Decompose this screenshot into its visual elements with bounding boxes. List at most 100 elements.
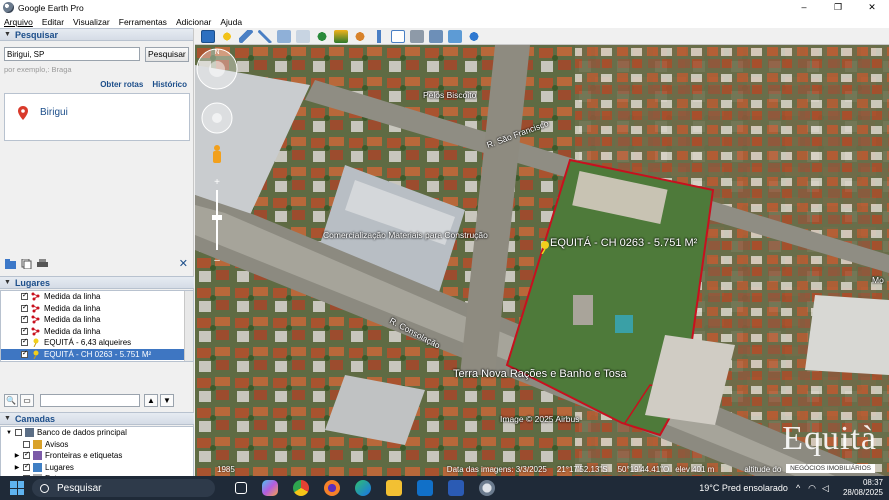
add-placemark-icon[interactable] — [220, 29, 234, 43]
places-panel-header[interactable]: ▼ Lugares — [0, 276, 194, 289]
pushpin-icon[interactable] — [539, 240, 551, 254]
close-button[interactable]: ✕ — [855, 0, 889, 15]
history-link[interactable]: Histórico — [152, 80, 187, 89]
menu-editar[interactable]: Editar — [42, 17, 64, 27]
places-scrollbar[interactable] — [184, 291, 193, 361]
places-item[interactable]: EQUITÁ - CH 0263 - 5.751 M² — [1, 348, 193, 360]
task-view-icon[interactable] — [235, 482, 247, 494]
compass-icon: N — [196, 48, 238, 90]
move-up-button[interactable]: ▲ — [144, 394, 158, 407]
planets-icon[interactable] — [353, 29, 367, 43]
checkbox[interactable] — [21, 337, 28, 347]
search-panel-header[interactable]: ▼ Pesquisar — [0, 28, 193, 41]
checkbox[interactable] — [21, 314, 28, 324]
map-label-poi[interactable]: Terra Nova Rações e Banho e Tosa — [453, 368, 626, 380]
menu-visualizar[interactable]: Visualizar — [73, 17, 110, 27]
image-overlay-icon[interactable] — [277, 29, 291, 43]
places-item[interactable]: Medida da linha — [1, 291, 193, 303]
street-view-pegman-icon — [213, 145, 221, 163]
sidebar: ▼ Pesquisar Pesquisar por exemplo,: Brag… — [0, 28, 194, 500]
edge-icon[interactable] — [355, 480, 371, 496]
checkbox[interactable] — [21, 291, 28, 301]
windows-start-icon[interactable] — [10, 481, 24, 495]
record-tour-icon[interactable] — [296, 29, 310, 43]
search-places-button[interactable]: 🔍 — [4, 394, 18, 407]
word-icon[interactable] — [448, 480, 464, 496]
layer-icon — [25, 428, 34, 438]
move-down-button[interactable]: ▼ — [160, 394, 174, 407]
search-button[interactable]: Pesquisar — [144, 47, 189, 62]
checkbox[interactable] — [23, 462, 30, 471]
places-item[interactable]: Medida da linha — [1, 314, 193, 326]
checkbox[interactable] — [23, 440, 30, 448]
search-result[interactable]: Birigui — [4, 93, 190, 141]
weather-widget[interactable]: 19°C Pred ensolarado — [699, 483, 788, 493]
expand-icon[interactable]: ▶ — [13, 452, 21, 459]
copilot-icon[interactable] — [262, 480, 278, 496]
taskbar-search[interactable]: Pesquisar — [32, 479, 215, 497]
layer-item[interactable]: ▶ Lugares — [1, 462, 193, 474]
places-list: Medida da linhaMedida da linhaMedida da … — [0, 290, 194, 362]
get-directions-link[interactable]: Obter rotas — [100, 80, 143, 89]
earth-icon[interactable] — [467, 29, 481, 43]
speaker-icon[interactable]: ◁ — [822, 483, 829, 494]
pushpin-icon — [33, 338, 39, 348]
layers-panel-header[interactable]: ▼ Camadas — [0, 412, 194, 425]
map-label-poi[interactable]: Comercialização Materiais para Construçã… — [323, 230, 488, 240]
menu-adicionar[interactable]: Adicionar — [176, 17, 211, 27]
clock-time: 08:37 — [862, 478, 883, 487]
places-item[interactable]: Medida da linha — [1, 303, 193, 315]
checkbox[interactable] — [21, 303, 28, 312]
minimize-button[interactable]: – — [787, 0, 821, 15]
places-filter-input[interactable] — [40, 394, 140, 407]
map-label-poi[interactable]: Pelos Biscoito — [423, 90, 476, 100]
add-path-icon[interactable] — [258, 29, 272, 43]
places-search-bar: 🔍 ▭ ▲ ▼ — [0, 392, 194, 409]
expand-icon[interactable]: ▶ — [13, 464, 21, 471]
maximize-button[interactable]: ❐ — [821, 0, 855, 15]
split-view-button[interactable]: ▭ — [20, 394, 34, 407]
chrome-icon[interactable] — [293, 480, 309, 496]
firefox-icon[interactable] — [324, 480, 340, 496]
menu-arquivo[interactable]: Arquivo — [4, 17, 33, 27]
placemark-label[interactable]: EQUITÁ - CH 0263 - 5.751 M² — [550, 237, 697, 249]
places-item[interactable]: Medida da linha — [1, 326, 193, 338]
google-earth-taskbar-icon[interactable] — [479, 480, 495, 496]
ruler-icon[interactable] — [372, 29, 386, 43]
close-panel-icon[interactable]: ✕ — [179, 257, 188, 270]
copy-icon[interactable] — [21, 259, 32, 269]
chevron-up-icon[interactable]: ^ — [796, 483, 800, 493]
search-input[interactable] — [4, 47, 140, 61]
save-image-icon[interactable] — [429, 29, 443, 43]
file-explorer-icon[interactable] — [386, 480, 402, 496]
layer-item[interactable]: Avisos — [1, 439, 193, 451]
clock[interactable]: 08:37 28/08/2025 — [843, 478, 883, 498]
email-icon[interactable] — [391, 29, 405, 43]
clock-date: 28/08/2025 — [842, 488, 883, 497]
layer-item[interactable]: ▶ Fronteiras e etiquetas — [1, 450, 193, 462]
checkbox[interactable] — [21, 326, 28, 335]
map-view[interactable]: Pelos Biscoito R. São Francisco Comercia… — [195, 45, 889, 476]
checkbox[interactable] — [15, 429, 22, 437]
map-label-poi[interactable]: Mo — [872, 275, 884, 285]
sunlight-icon[interactable] — [334, 29, 348, 43]
outlook-icon[interactable] — [417, 480, 433, 496]
zoom-slider-icon: + – — [212, 177, 222, 266]
expand-icon[interactable]: ▼ — [5, 430, 13, 436]
checkbox[interactable] — [23, 450, 30, 460]
historical-imagery-icon[interactable] — [315, 29, 329, 43]
historical-year[interactable]: 1985 — [217, 465, 235, 474]
network-icon[interactable]: ◠ — [808, 483, 816, 494]
checkbox[interactable] — [21, 349, 28, 358]
menu-ferramentas[interactable]: Ferramentas — [119, 17, 167, 27]
menu-ajuda[interactable]: Ajuda — [220, 17, 242, 27]
print-icon[interactable] — [37, 259, 48, 269]
sidebar-toggle-icon[interactable] — [201, 29, 215, 43]
print-icon[interactable] — [410, 29, 424, 43]
add-folder-icon[interactable] — [5, 259, 16, 269]
maps-icon[interactable] — [448, 29, 462, 43]
add-polygon-icon[interactable] — [239, 29, 253, 43]
places-item[interactable]: EQUITÁ - 6,43 alqueires — [1, 337, 193, 349]
navigation-controls[interactable]: N + – — [195, 45, 239, 275]
layer-item[interactable]: ▼ Banco de dados principal — [1, 427, 193, 439]
